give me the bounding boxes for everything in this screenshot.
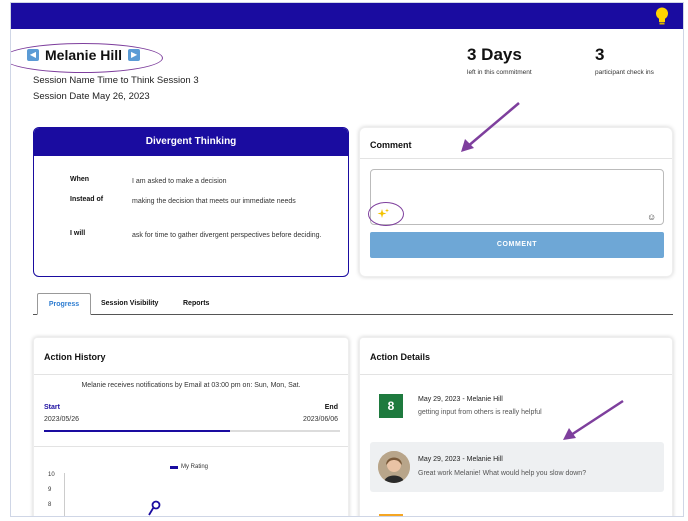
y-tick: 9: [48, 487, 52, 493]
start-date: 2023/05/26: [44, 416, 80, 423]
y-axis-line: [64, 473, 65, 516]
commitment-progress-bar: [44, 430, 340, 432]
tab-bar: Progress Session Visibility Reports: [33, 293, 673, 315]
divider: [360, 158, 672, 159]
checkins-value: 3: [595, 45, 605, 64]
comment-input[interactable]: [370, 169, 664, 225]
tab-reports[interactable]: Reports: [183, 293, 209, 315]
commitment-card: Divergent Thinking When I am asked to ma…: [33, 127, 349, 277]
action-history-title: Action History: [44, 352, 106, 362]
app-frame: ◀ Melanie Hill ▶ Session Name Time to Th…: [10, 2, 684, 517]
comment-title: Comment: [370, 140, 412, 150]
entry-text: getting input from others is really help…: [418, 409, 542, 416]
rating-badge: 8: [379, 394, 403, 418]
commitment-title: Divergent Thinking: [34, 128, 348, 156]
session-date: Session Date May 26, 2023: [33, 91, 150, 102]
chevron-left-icon[interactable]: ◀: [27, 49, 39, 61]
entry-meta: May 29, 2023 - Melanie Hill: [418, 396, 503, 403]
chevron-right-icon[interactable]: ▶: [128, 49, 141, 61]
y-tick: 10: [48, 472, 55, 478]
divider: [34, 446, 348, 447]
smiley-icon[interactable]: ☺: [647, 212, 656, 222]
checkins-stat: 3 participant check ins: [595, 45, 654, 76]
rating-marker-icon: [148, 500, 161, 516]
legend-label: My Rating: [181, 464, 209, 470]
end-date: 2023/06/06: [302, 416, 338, 423]
y-tick: 8: [48, 502, 52, 508]
days-left-stat: 3 Days left in this commitment: [467, 45, 532, 76]
legend-swatch: [170, 465, 178, 469]
top-bar: [11, 3, 683, 29]
participant-name: Melanie Hill: [45, 47, 123, 63]
reply-entry: May 29, 2023 - Melanie Hill Great work M…: [370, 442, 664, 492]
participant-header: ◀ Melanie Hill ▶: [27, 47, 141, 63]
progress-fill: [44, 430, 231, 432]
tab-session-visibility[interactable]: Session Visibility: [101, 293, 158, 315]
reply-meta: May 29, 2023 - Melanie Hill: [418, 456, 503, 463]
avatar: [378, 451, 410, 483]
chart-legend: My Rating: [170, 464, 208, 470]
lightbulb-icon[interactable]: [653, 6, 671, 26]
checkins-label: participant check ins: [595, 69, 654, 76]
divider: [34, 374, 348, 375]
end-label: End: [324, 404, 338, 411]
comment-card: Comment ☺ COMMENT: [359, 127, 673, 277]
action-details-title: Action Details: [370, 352, 431, 362]
days-left-value: 3 Days: [467, 45, 522, 64]
comment-button[interactable]: COMMENT: [370, 232, 664, 258]
action-history-card: Action History Melanie receives notifica…: [33, 337, 349, 516]
action-details-card: Action Details 8 May 29, 2023 - Melanie …: [359, 337, 673, 516]
tab-progress[interactable]: Progress: [37, 293, 91, 315]
days-left-label: left in this commitment: [467, 69, 532, 76]
rating-badge: [379, 514, 403, 516]
divider: [360, 374, 672, 375]
sparkle-icon[interactable]: [377, 208, 389, 220]
notification-text: Melanie receives notifications by Email …: [81, 382, 301, 389]
reply-text: Great work Melanie! What would help you …: [418, 470, 587, 477]
session-name: Session Name Time to Think Session 3: [33, 75, 199, 86]
start-label: Start: [44, 404, 60, 411]
